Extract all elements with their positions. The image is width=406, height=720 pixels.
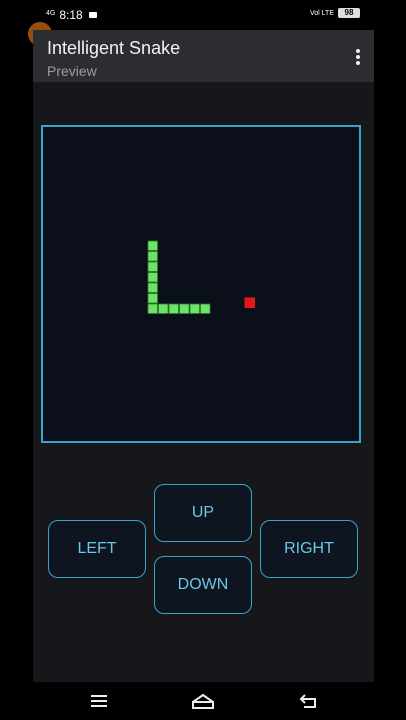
- system-nav-bar: [0, 682, 406, 720]
- game-board-canvas: [147, 240, 255, 314]
- left-button[interactable]: LEFT: [48, 520, 146, 578]
- app-subtitle: Preview: [47, 63, 97, 79]
- menu-icon[interactable]: [90, 693, 108, 709]
- lte-indicator: Vol LTE: [310, 9, 334, 17]
- status-bar: 4G 8:18 Vol LTE 98: [0, 0, 406, 30]
- app-bar: Intelligent Snake Preview: [33, 30, 374, 82]
- snake-segment: [147, 240, 158, 251]
- game-board[interactable]: [41, 125, 361, 443]
- snake-segment: [147, 282, 158, 293]
- down-button-label: DOWN: [177, 576, 229, 593]
- snake-segment: [147, 293, 158, 304]
- snake-segment: [189, 303, 200, 314]
- screen-record-icon: [88, 12, 97, 18]
- snake-segment: [147, 303, 158, 314]
- status-right: Vol LTE 98: [310, 8, 360, 18]
- right-button-label: RIGHT: [284, 540, 334, 557]
- snake-segment: [147, 261, 158, 272]
- left-button-label: LEFT: [77, 540, 117, 557]
- down-button[interactable]: DOWN: [154, 556, 252, 614]
- home-icon[interactable]: [191, 693, 215, 709]
- app-window: Intelligent Snake Preview UP LEFT RIGHT …: [33, 30, 374, 682]
- snake-segment: [147, 251, 158, 262]
- back-icon[interactable]: [298, 693, 318, 709]
- app-title: Intelligent Snake: [47, 38, 181, 58]
- status-time: 8:18: [59, 8, 83, 22]
- snake-segment: [168, 303, 179, 314]
- more-options-icon[interactable]: [356, 49, 360, 65]
- food-pellet: [244, 297, 255, 308]
- right-button[interactable]: RIGHT: [260, 520, 358, 578]
- network-indicator: 4G: [46, 9, 56, 17]
- up-button[interactable]: UP: [154, 484, 252, 542]
- snake-segment: [158, 303, 169, 314]
- snake-segment: [179, 303, 190, 314]
- snake-segment: [147, 272, 158, 283]
- snake-segment: [200, 303, 211, 314]
- status-left: 4G 8:18: [46, 8, 97, 22]
- up-button-label: UP: [191, 504, 215, 521]
- battery-icon: 98: [338, 8, 360, 18]
